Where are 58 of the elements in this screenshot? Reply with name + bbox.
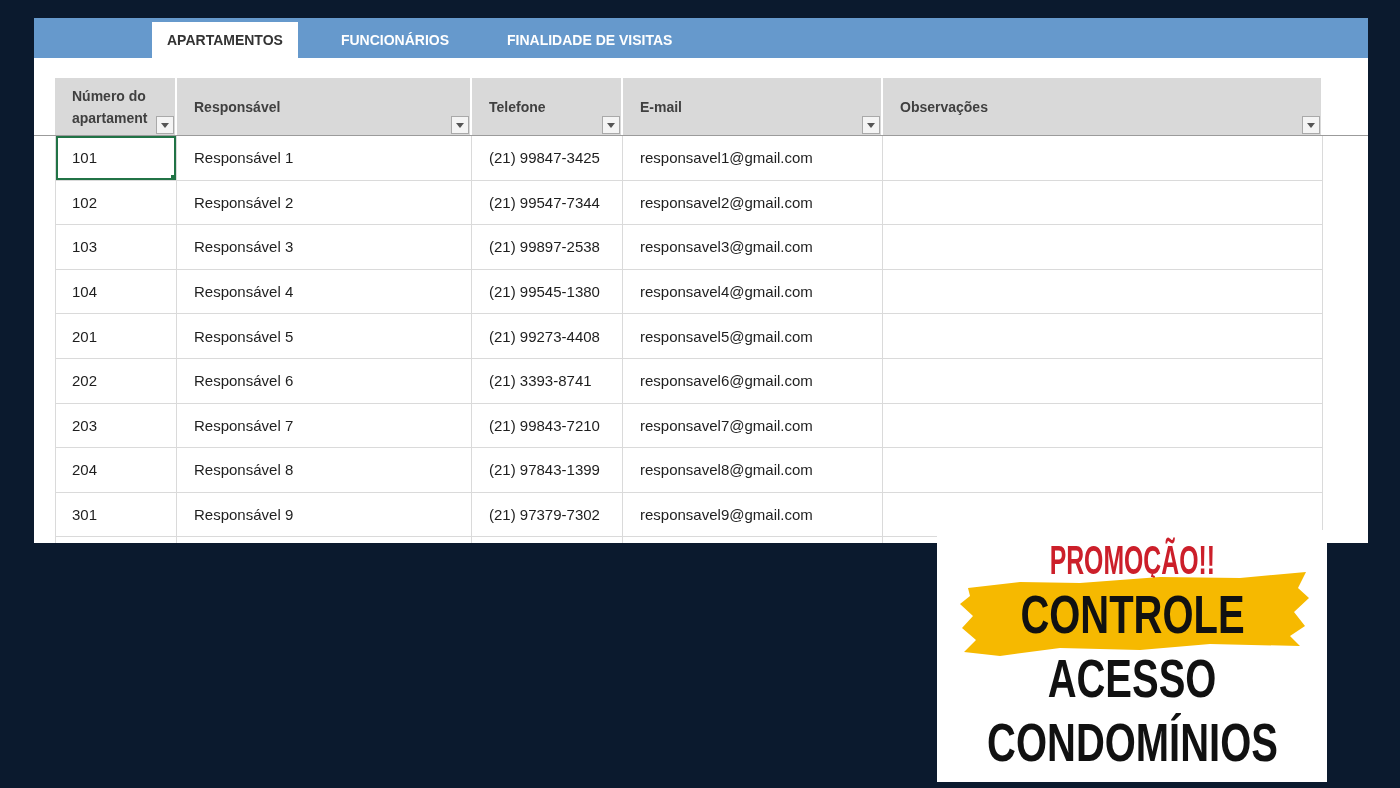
column-header-label: Observações [900, 97, 988, 117]
promo-title-line: CONDOMÍNIOS [986, 714, 1278, 770]
table-cell: (21) 99897-2538 [472, 225, 623, 270]
promo-headline: PROMOÇÃO!! [1049, 538, 1215, 582]
table-cell: 103 [55, 225, 177, 270]
table-cell: responsavel4@gmail.com [623, 269, 883, 315]
table-cell: 102 [55, 180, 177, 226]
table-cell: 201 [55, 314, 177, 359]
table-cell: (21) 97843-1399 [472, 448, 623, 493]
filter-dropdown-button[interactable] [862, 116, 880, 134]
table-cell: (21) 97379-7302 [472, 492, 623, 538]
column-header-label: Responsável [194, 97, 281, 117]
table-cell: (21) 3393-8741 [472, 358, 623, 404]
table-cell: 202 [55, 358, 177, 404]
column-header-label: Telefone [489, 97, 546, 117]
column-header-label: Número do apartament [72, 86, 149, 128]
caret-down-icon [161, 122, 169, 128]
caret-down-icon [456, 122, 464, 128]
caret-down-icon [607, 122, 615, 128]
table-cell: Responsável 4 [177, 269, 472, 315]
promo-title-line: ACESSO [1047, 650, 1217, 706]
table-cell: responsavel3@gmail.com [623, 225, 883, 270]
sheet-tab[interactable]: APARTAMENTOS [152, 22, 298, 58]
table-cell: (21) 99273-4408 [472, 314, 623, 359]
table-cell: (21) 99843-7210 [472, 403, 623, 449]
table-cell: Responsável 8 [177, 448, 472, 493]
table-cell: Responsável 7 [177, 403, 472, 449]
table-cell: Responsável 9 [177, 492, 472, 538]
table-cell: Responsável 6 [177, 358, 472, 404]
table-cell: 104 [55, 269, 177, 315]
caret-down-icon [1307, 122, 1315, 128]
table-cell: responsavel1@gmail.com [623, 136, 883, 181]
table-cell: (21) 99847-3425 [472, 136, 623, 181]
table-cell: Responsável 2 [177, 180, 472, 226]
sheet-tab[interactable]: FUNCIONÁRIOS [325, 22, 464, 58]
caret-down-icon [867, 122, 875, 128]
filter-dropdown-button[interactable] [602, 116, 620, 134]
table-cell: Responsável 5 [177, 314, 472, 359]
table-cell: Responsável 3 [177, 225, 472, 270]
table-cell: responsavel5@gmail.com [623, 314, 883, 359]
table-cell: responsavel6@gmail.com [623, 358, 883, 404]
column-header-label: E-mail [640, 97, 682, 117]
promo-title-line: CONTROLE [1019, 586, 1245, 642]
table-cell: responsavel2@gmail.com [623, 180, 883, 226]
table-cell: responsavel8@gmail.com [623, 448, 883, 493]
table-cell: 204 [55, 448, 177, 493]
table-cell: 101 [55, 136, 177, 181]
sheet-tab[interactable]: FINALIDADE DE VISITAS [492, 22, 688, 58]
table-cell: (21) 99547-7344 [472, 180, 623, 226]
table-cell: responsavel9@gmail.com [623, 492, 883, 538]
table-cell: responsavel7@gmail.com [623, 403, 883, 449]
filter-dropdown-button[interactable] [1302, 116, 1320, 134]
table-cell: Responsável 1 [177, 136, 472, 181]
table-cell: 301 [55, 492, 177, 538]
table-cell: 203 [55, 403, 177, 449]
table-cell: (21) 99545-1380 [472, 269, 623, 315]
filter-dropdown-button[interactable] [156, 116, 174, 134]
filter-dropdown-button[interactable] [451, 116, 469, 134]
